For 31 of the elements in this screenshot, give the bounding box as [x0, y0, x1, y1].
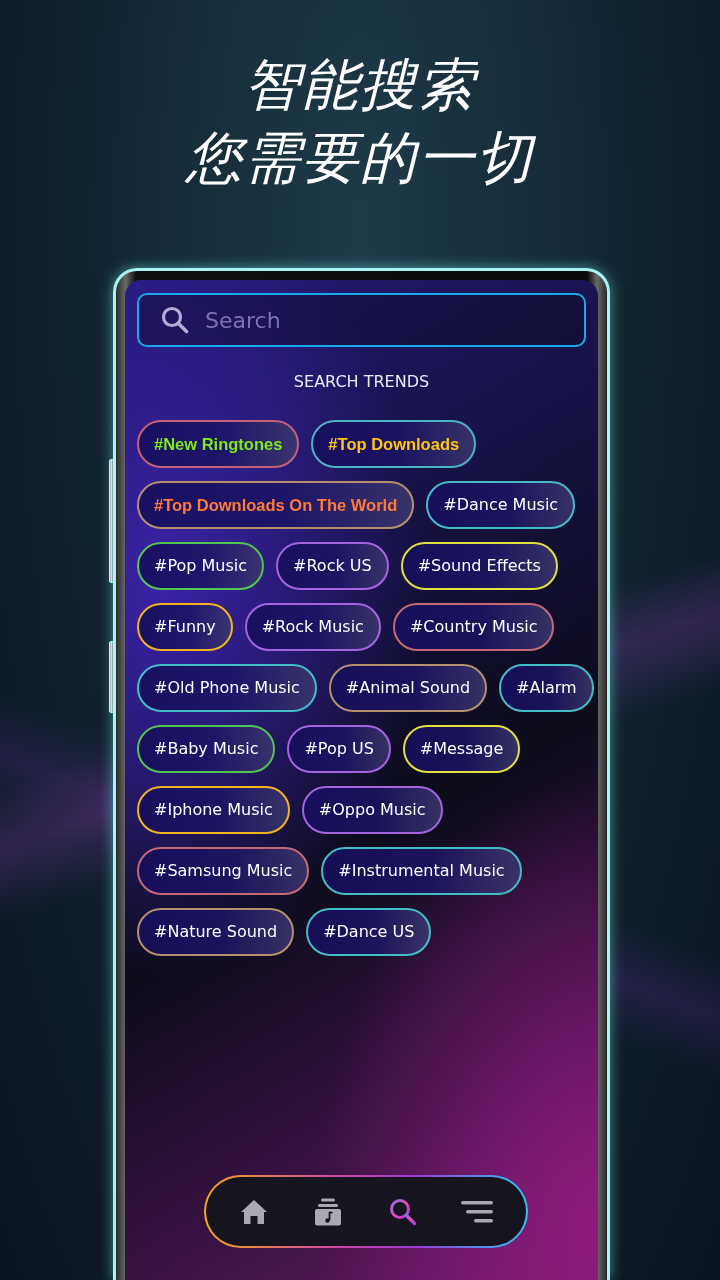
trend-tag[interactable]: #Animal Sound — [328, 664, 488, 712]
trend-tag[interactable]: #Iphone Music — [137, 786, 290, 834]
trend-tag[interactable]: #Top Downloads — [311, 420, 477, 468]
menu-icon — [461, 1200, 494, 1223]
trend-tag[interactable]: #New Ringtones — [137, 420, 300, 468]
home-icon — [239, 1198, 268, 1225]
trend-tag[interactable]: #Country Music — [392, 603, 555, 651]
trend-tag[interactable]: #Dance Music — [426, 481, 576, 529]
trend-tag[interactable]: #Instrumental Music — [321, 847, 522, 895]
trend-tag[interactable]: #Funny — [137, 603, 233, 651]
trend-tag[interactable]: #Oppo Music — [301, 786, 443, 834]
trend-tag[interactable]: #Old Phone Music — [137, 664, 317, 712]
section-title: SEARCH TRENDS — [293, 372, 430, 392]
headline-text: 您需要的一切 — [186, 124, 534, 192]
trend-tag[interactable]: #Sound Effects — [400, 542, 558, 590]
trend-tag[interactable]: #Pop US — [287, 725, 391, 773]
trend-tag[interactable]: #Nature Sound — [137, 908, 295, 956]
search-icon — [161, 306, 189, 334]
trend-tag[interactable]: #Rock US — [276, 542, 389, 590]
trend-tag[interactable]: #Dance US — [306, 908, 432, 956]
trend-tag[interactable]: #Samsung Music — [137, 847, 310, 895]
trend-tag[interactable]: #Message — [402, 725, 521, 773]
trend-tag[interactable]: #Top Downloads On The World — [137, 481, 415, 529]
phone-side-ridge — [109, 641, 114, 713]
trend-tag[interactable]: #Baby Music — [137, 725, 276, 773]
trend-tag[interactable]: #Alarm — [499, 664, 594, 712]
search-field[interactable]: Search — [137, 293, 586, 347]
search-icon — [388, 1197, 417, 1226]
trend-tag[interactable]: #Pop Music — [137, 542, 265, 590]
trend-tag[interactable]: #Rock Music — [244, 603, 381, 651]
music-box-icon — [314, 1197, 343, 1226]
